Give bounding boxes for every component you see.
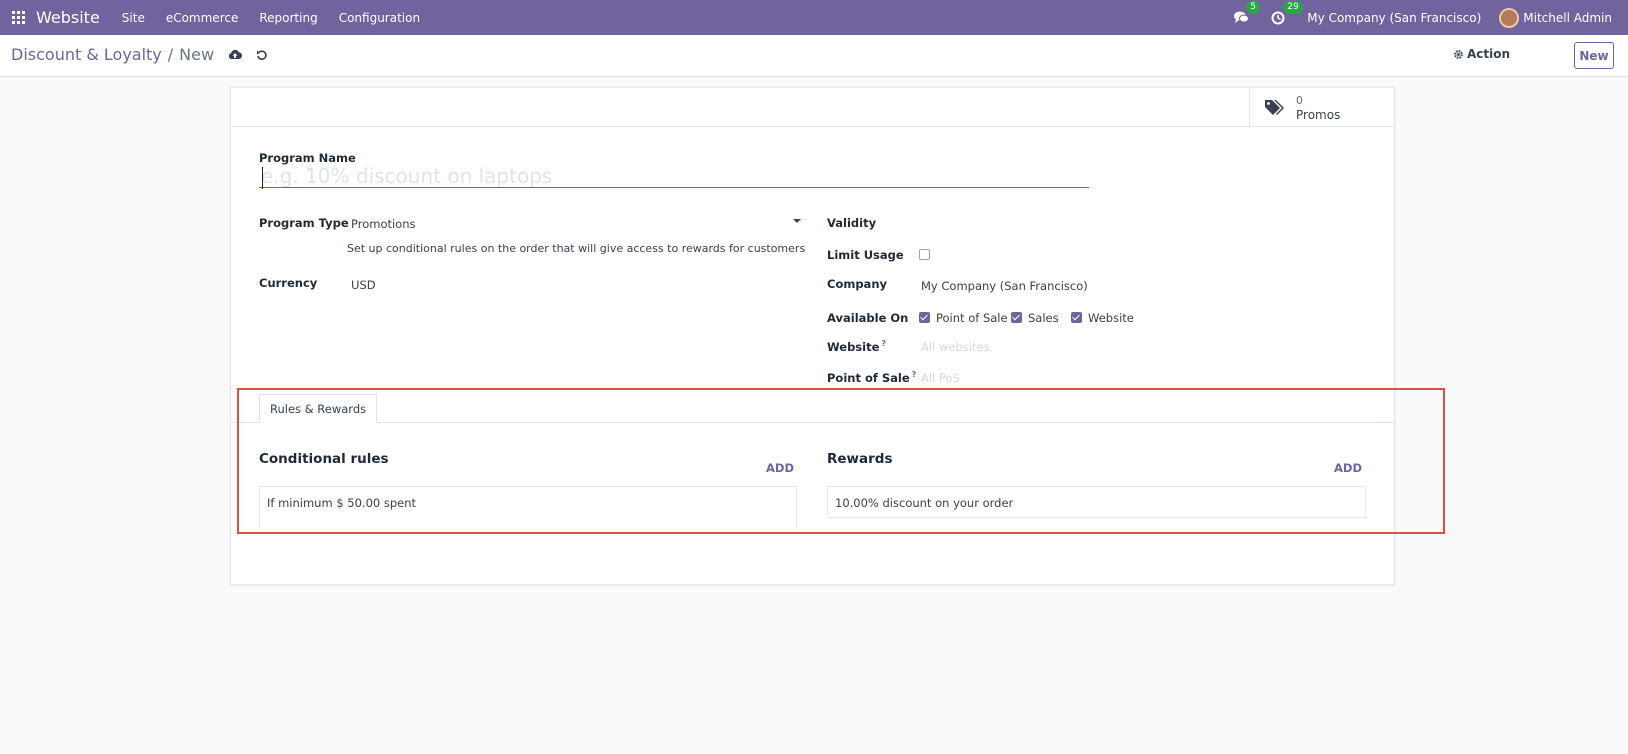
action-label: Action	[1466, 47, 1510, 61]
limit-usage-label: Limit Usage	[827, 248, 904, 262]
company-switcher[interactable]: My Company (San Francisco)	[1307, 11, 1481, 25]
promos-stat-button[interactable]: 0 Promos	[1249, 88, 1394, 127]
avatar	[1499, 7, 1520, 28]
currency-label: Currency	[259, 276, 318, 290]
company-field[interactable]: My Company (San Francisco)	[921, 279, 1088, 293]
pos-label-text: Point of Sale	[827, 370, 910, 385]
help-tooltip-icon[interactable]: ?	[912, 370, 917, 379]
activities-button[interactable]: 29	[1271, 0, 1303, 25]
action-menu-button[interactable]: Action	[1453, 47, 1510, 61]
button-box: 0 Promos	[231, 88, 1394, 127]
apps-menu-button[interactable]	[0, 11, 36, 24]
control-panel: Discount & Loyalty / New Action New	[0, 35, 1628, 77]
pos-label: Point of Sale?	[827, 370, 916, 385]
available-website-checkbox[interactable]	[1071, 312, 1082, 323]
menu-reporting[interactable]: Reporting	[259, 11, 317, 25]
save-cloud-button[interactable]	[228, 49, 243, 60]
promos-label: Promos	[1296, 107, 1341, 122]
website-label: Website?	[827, 339, 886, 354]
cloud-upload-icon	[228, 49, 243, 60]
available-pos-checkbox[interactable]	[919, 312, 930, 323]
activities-badge: 29	[1283, 0, 1303, 14]
clock-icon	[1271, 11, 1285, 24]
grid-icon	[11, 11, 25, 24]
app-title[interactable]: Website	[36, 8, 100, 27]
promos-count: 0	[1296, 93, 1303, 107]
program-type-label: Program Type	[259, 216, 349, 230]
website-label-text: Website	[827, 339, 880, 354]
gear-icon	[1454, 49, 1463, 59]
messages-badge: 5	[1246, 1, 1261, 14]
top-navbar: Website Site eCommerce Reporting Configu…	[0, 0, 1628, 35]
help-tooltip-icon[interactable]: ?	[881, 339, 886, 348]
messages-button[interactable]: 5	[1234, 1, 1261, 24]
tags-icon	[1265, 99, 1284, 115]
program-name-label: Program Name	[259, 151, 356, 165]
available-sales-checkbox[interactable]	[1011, 312, 1022, 323]
available-pos-label: Point of Sale	[936, 311, 1008, 325]
currency-field[interactable]: USD	[351, 278, 376, 292]
program-type-select[interactable]: Promotions	[351, 217, 416, 231]
new-button[interactable]: New	[1574, 42, 1614, 69]
program-type-help: Set up conditional rules on the order th…	[347, 242, 806, 255]
website-field[interactable]: All websites	[921, 340, 989, 354]
pos-field[interactable]: All PoS	[921, 371, 960, 385]
program-name-input[interactable]	[259, 164, 1089, 188]
breadcrumb-parent[interactable]: Discount & Loyalty	[11, 45, 162, 64]
chat-icon	[1234, 11, 1250, 23]
validity-label: Validity	[827, 216, 877, 230]
breadcrumb-separator: /	[167, 45, 174, 64]
available-on-label: Available On	[827, 311, 909, 325]
limit-usage-checkbox[interactable]	[919, 249, 930, 260]
menu-site[interactable]: Site	[122, 11, 145, 25]
available-sales-label: Sales	[1028, 311, 1059, 325]
text-cursor	[262, 167, 263, 189]
chevron-down-icon[interactable]	[793, 219, 801, 223]
breadcrumb: Discount & Loyalty / New	[11, 45, 268, 64]
user-name: Mitchell Admin	[1523, 10, 1612, 25]
menu-ecommerce[interactable]: eCommerce	[166, 11, 239, 25]
discard-button[interactable]	[256, 49, 268, 61]
available-website-label: Website	[1088, 311, 1134, 325]
user-menu[interactable]: Mitchell Admin	[1499, 7, 1612, 28]
undo-icon	[257, 49, 267, 60]
breadcrumb-current: New	[179, 45, 215, 64]
company-label: Company	[827, 277, 887, 291]
highlight-box	[237, 388, 1445, 534]
menu-configuration[interactable]: Configuration	[339, 11, 420, 25]
